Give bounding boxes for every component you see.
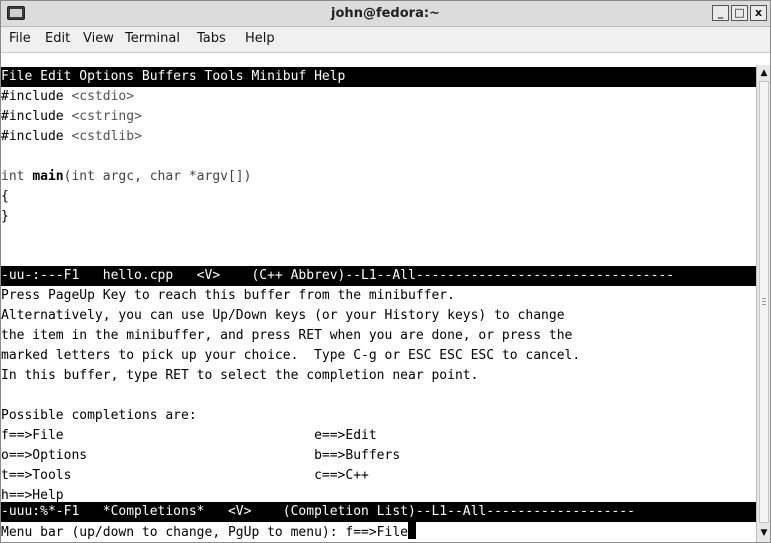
menu-terminal[interactable]: Terminal — [125, 31, 180, 46]
grip-icon — [762, 298, 766, 299]
window-title: john@fedora:~ — [331, 6, 440, 21]
scroll-down-arrow-icon[interactable]: ▼ — [758, 526, 770, 540]
include-header: <cstdio> — [71, 89, 135, 104]
scroll-up-arrow-icon[interactable]: ▲ — [758, 66, 770, 80]
include-header: <cstring> — [71, 109, 142, 124]
minimize-button[interactable]: _ — [712, 5, 729, 21]
include-header: <cstdlib> — [71, 129, 142, 144]
function-name: main — [32, 169, 64, 184]
help-line-2: Alternatively, you can use Up/Down keys … — [1, 308, 565, 323]
text-cursor — [408, 522, 416, 539]
terminal-menu-bar: File Edit View Terminal Tabs Help — [1, 27, 770, 53]
help-line-1: Press PageUp Key to reach this buffer fr… — [1, 288, 455, 303]
function-params: (int argc, char *argv[]) — [63, 169, 252, 184]
code-line-6: { — [1, 189, 9, 204]
minibuffer-prompt: Menu bar (up/down to change, PgUp to men… — [1, 525, 408, 540]
completion-row[interactable]: o==>Options b==>Buffers — [1, 446, 756, 466]
scrollbar-thumb[interactable] — [759, 81, 769, 523]
type-keyword: int — [1, 169, 33, 184]
emacs-menu-bar[interactable]: File Edit Options Buffers Tools Minibuf … — [1, 67, 756, 87]
menu-file[interactable]: File — [9, 31, 31, 46]
menu-tabs[interactable]: Tabs — [197, 31, 226, 46]
preprocessor-directive: #include — [1, 129, 64, 144]
menu-edit[interactable]: Edit — [45, 31, 70, 46]
completion-row[interactable]: f==>File e==>Edit — [1, 426, 756, 446]
mode-line-hello-cpp: -uu-:---F1 hello.cpp <V> (C++ Abbrev)--L… — [1, 266, 756, 286]
minibuffer[interactable]: Menu bar (up/down to change, PgUp to men… — [1, 522, 756, 542]
close-button[interactable]: x — [750, 5, 767, 21]
completions-header: Possible completions are: — [1, 408, 197, 423]
grip-icon — [762, 304, 766, 305]
code-line-7: } — [1, 209, 9, 224]
terminal-content[interactable]: File Edit Options Buffers Tools Minibuf … — [1, 67, 756, 542]
preprocessor-directive: #include — [1, 109, 64, 124]
help-line-4: marked letters to pick up your choice. T… — [1, 348, 581, 363]
menu-view[interactable]: View — [83, 31, 114, 46]
preprocessor-directive: #include — [1, 89, 64, 104]
help-line-3: the item in the minibuffer, and press RE… — [1, 328, 573, 343]
mode-line-completions: -uuu:%*-F1 *Completions* <V> (Completion… — [1, 502, 756, 522]
terminal-window: john@fedora:~ _ □ x File Edit View Termi… — [0, 0, 771, 543]
help-line-5: In this buffer, type RET to select the c… — [1, 368, 479, 383]
menu-help[interactable]: Help — [245, 31, 275, 46]
grip-icon — [762, 301, 766, 302]
code-line-2: #include <cstring> — [1, 107, 756, 127]
code-line-1: #include <cstdio> — [1, 87, 756, 107]
completion-row[interactable]: t==>Tools c==>C++ — [1, 466, 756, 486]
vertical-scrollbar[interactable]: ▲ ▼ — [756, 65, 770, 542]
code-line-5: int main(int argc, char *argv[]) — [1, 167, 756, 187]
maximize-button[interactable]: □ — [731, 5, 748, 21]
title-bar[interactable]: john@fedora:~ _ □ x — [1, 1, 770, 27]
code-line-3: #include <cstdlib> — [1, 127, 756, 147]
